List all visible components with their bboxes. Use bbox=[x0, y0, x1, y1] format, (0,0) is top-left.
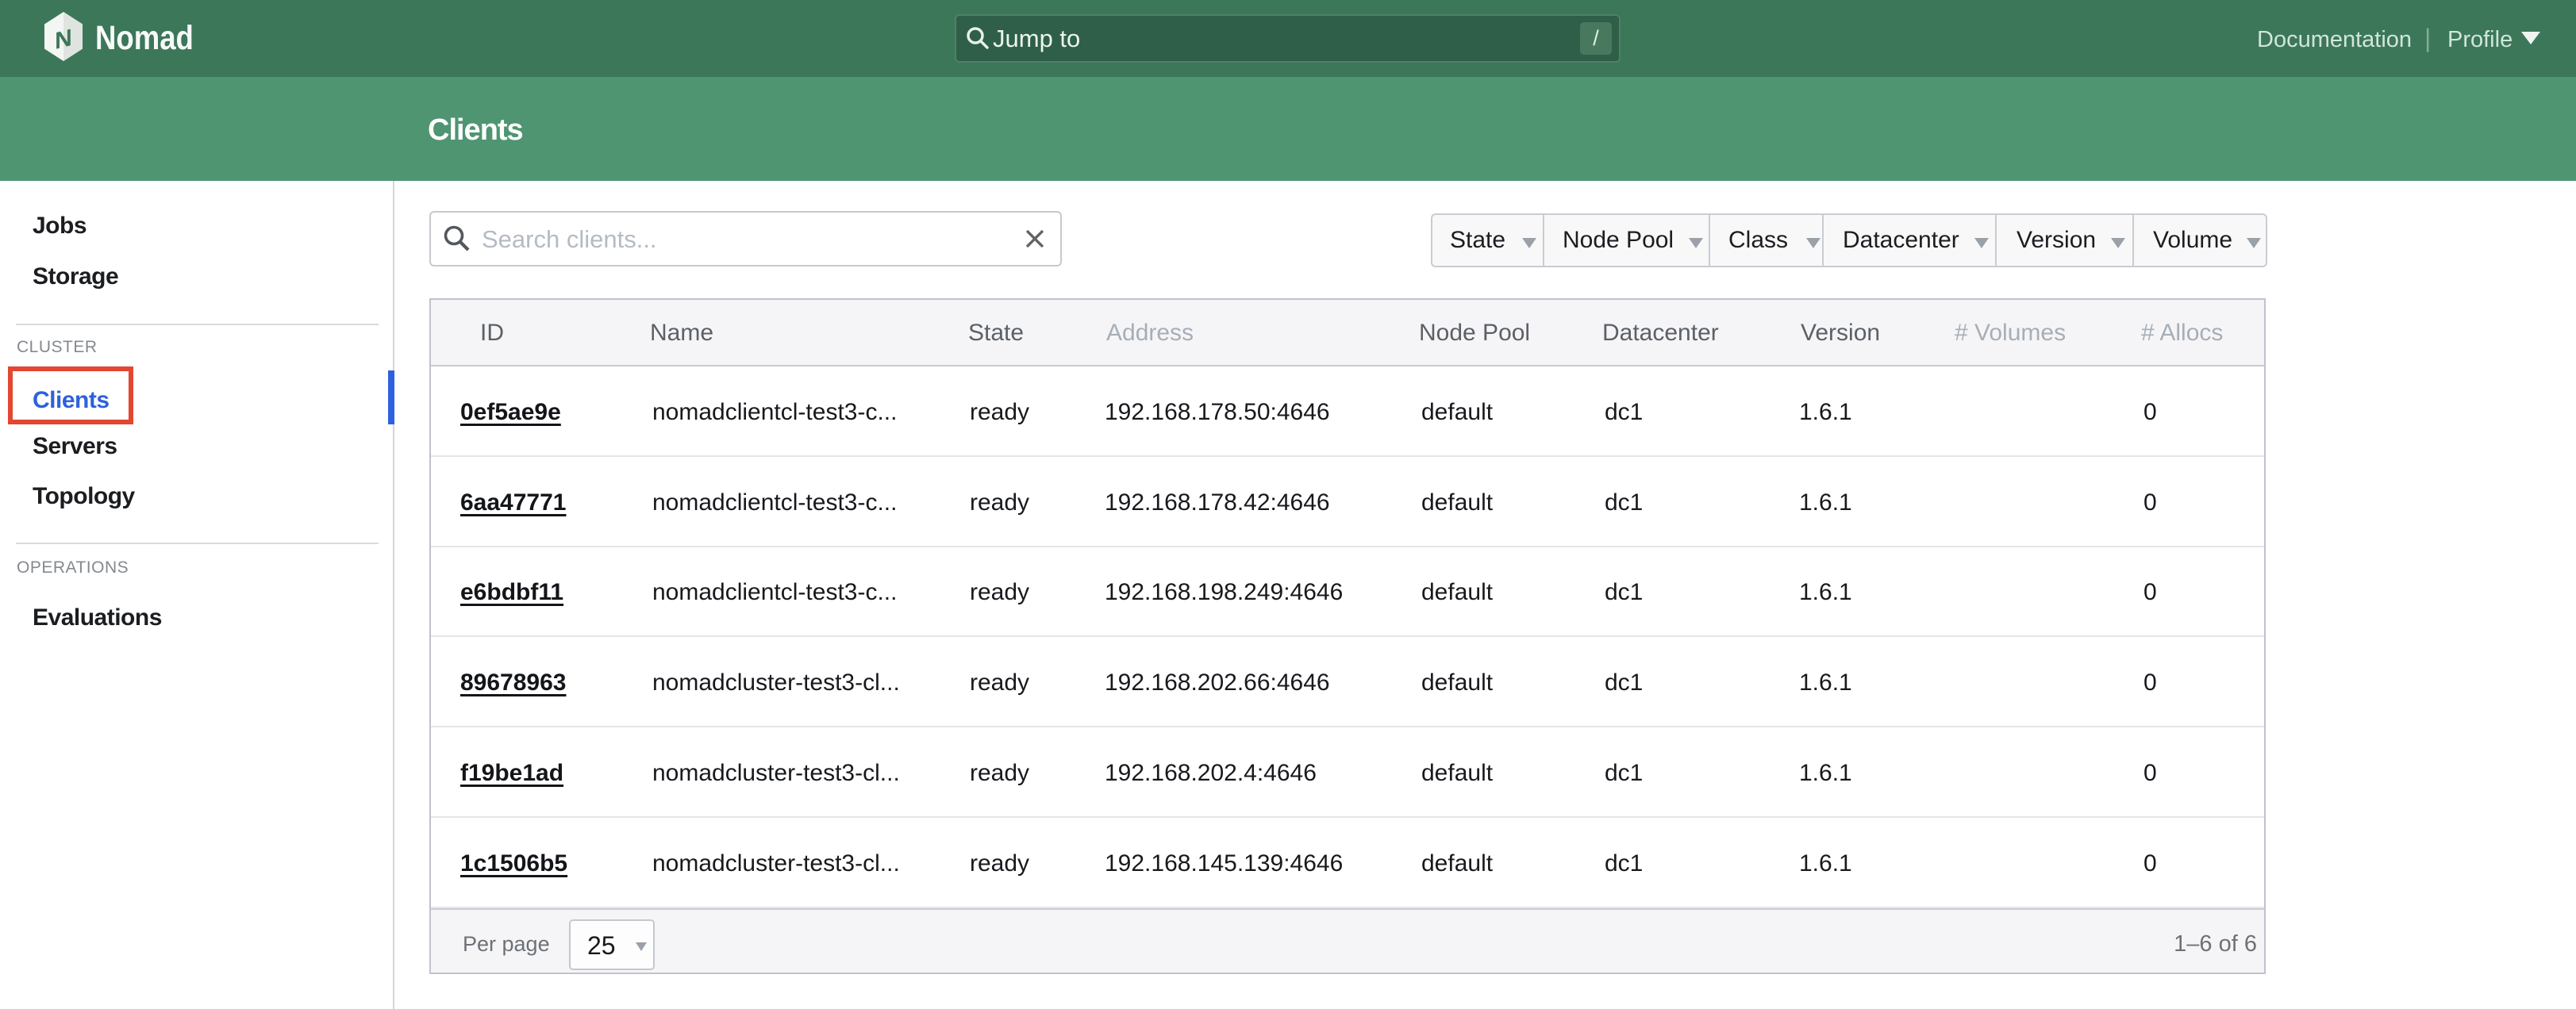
svg-text:N: N bbox=[55, 24, 72, 55]
